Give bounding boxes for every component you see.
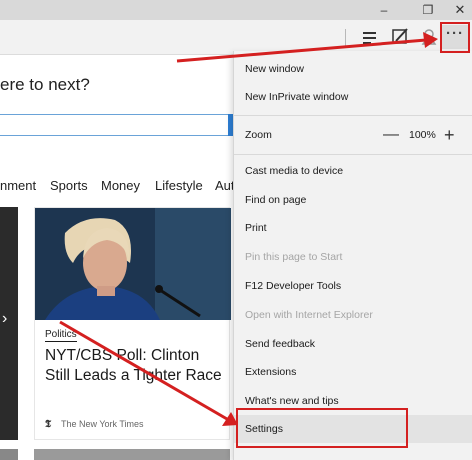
restore-button[interactable]: ❐ (420, 2, 436, 18)
more-actions-button[interactable]: ··· (442, 25, 468, 49)
menu-item-find-on-page[interactable]: Find on page (234, 186, 472, 214)
nav-item-lifestyle[interactable]: Lifestyle (155, 178, 203, 193)
menu-item-extensions[interactable]: Extensions (234, 358, 472, 386)
menu-item-new-inprivate-window[interactable]: New InPrivate window (234, 83, 472, 111)
zoom-label: Zoom (245, 129, 272, 141)
menu-item-settings[interactable]: Settings (234, 415, 472, 443)
title-bar: – ❐ ✕ (0, 0, 472, 20)
news-photo (35, 208, 231, 320)
news-headline[interactable]: NYT/CBS Poll: Clinton Still Leads a Tigh… (45, 346, 225, 386)
zoom-in-button[interactable]: + (444, 121, 455, 149)
menu-item-print[interactable]: Print (234, 214, 472, 242)
next-row-card (0, 449, 18, 460)
browser-toolbar: ··· (0, 20, 472, 55)
minimize-button[interactable]: – (376, 2, 392, 18)
search-input[interactable] (0, 115, 235, 135)
news-source: The New York Times (61, 419, 144, 429)
menu-item-zoom: Zoom — 100% + (234, 121, 472, 149)
share-icon[interactable] (418, 26, 440, 48)
nav-item-money[interactable]: Money (101, 178, 140, 193)
carousel-next-arrow-icon[interactable]: › (2, 310, 7, 328)
search-prompt: ere to next? (0, 75, 90, 94)
toolbar-divider (345, 29, 346, 47)
menu-item-cast-media[interactable]: Cast media to device (234, 157, 472, 185)
more-actions-menu: New window New InPrivate window Zoom — 1… (233, 51, 472, 460)
hub-icon[interactable] (359, 26, 381, 48)
menu-divider (234, 154, 472, 155)
menu-item-whats-new[interactable]: What's new and tips (234, 387, 472, 415)
menu-item-pin-to-start: Pin this page to Start (245, 251, 343, 263)
nav-item-sports[interactable]: Sports (50, 178, 88, 193)
news-category[interactable]: Politics (45, 329, 77, 342)
nyt-logo-icon: 𝕿 (45, 419, 52, 430)
nav-item-entertainment[interactable]: nment (0, 178, 36, 193)
menu-item-new-window[interactable]: New window (234, 55, 472, 83)
search-box[interactable] (0, 114, 236, 136)
zoom-out-button[interactable]: — (383, 121, 399, 149)
menu-item-f12-developer-tools[interactable]: F12 Developer Tools (234, 272, 472, 300)
news-card[interactable]: Politics NYT/CBS Poll: Clinton Still Lea… (34, 207, 231, 440)
menu-item-send-feedback[interactable]: Send feedback (234, 330, 472, 358)
zoom-level: 100% (409, 129, 436, 141)
next-row-card (34, 449, 230, 460)
menu-item-open-with-ie: Open with Internet Explorer (245, 309, 373, 321)
web-note-icon[interactable] (389, 26, 411, 48)
close-button[interactable]: ✕ (452, 2, 468, 18)
menu-divider (234, 115, 472, 116)
